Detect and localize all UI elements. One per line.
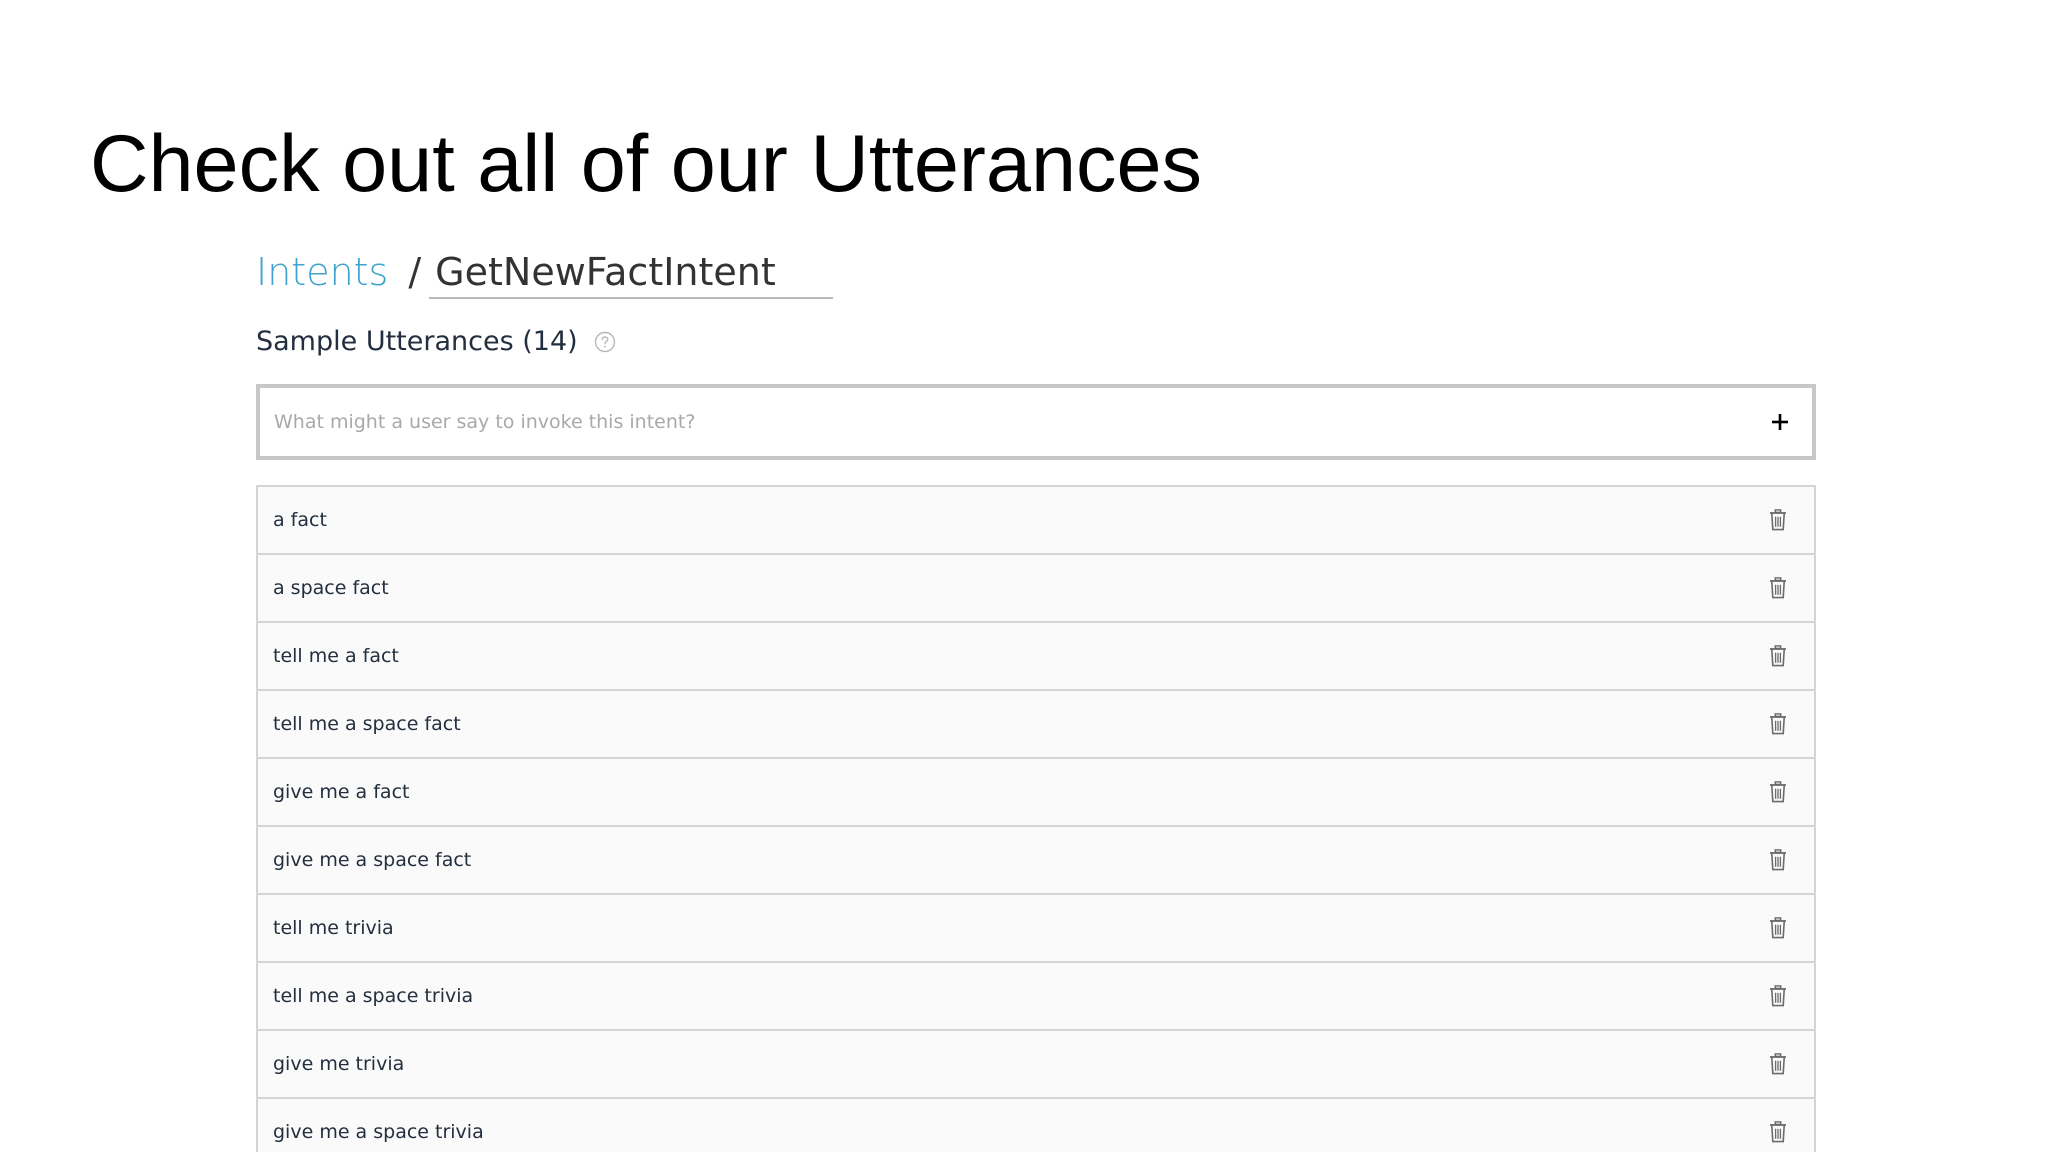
delete-utterance-button[interactable] (1744, 1099, 1812, 1152)
utterance-row: give me a space fact (258, 827, 1814, 895)
trash-icon (1770, 781, 1786, 803)
utterance-row: a fact (258, 487, 1814, 555)
utterance-row: a space fact (258, 555, 1814, 623)
utterance-row: give me a fact (258, 759, 1814, 827)
delete-utterance-button[interactable] (1744, 827, 1812, 893)
trash-icon (1770, 917, 1786, 939)
utterance-row: give me a space trivia (258, 1099, 1814, 1152)
delete-utterance-button[interactable] (1744, 1031, 1812, 1097)
utterance-text: give me trivia (273, 1053, 405, 1075)
breadcrumb-intents-link[interactable]: Intents (256, 244, 388, 300)
sample-utterances-heading: Sample Utterances (14) (256, 322, 616, 362)
question-circle-icon[interactable] (594, 331, 616, 353)
trash-icon (1770, 509, 1786, 531)
sample-utterances-title: Sample Utterances (14) (256, 326, 578, 357)
utterance-text: give me a space fact (273, 849, 472, 871)
utterance-text: tell me a space fact (273, 713, 461, 735)
delete-utterance-button[interactable] (1744, 487, 1812, 553)
utterance-row: tell me a fact (258, 623, 1814, 691)
delete-utterance-button[interactable] (1744, 623, 1812, 689)
trash-icon (1770, 1121, 1786, 1143)
utterance-text: a space fact (273, 577, 389, 599)
utterance-text: tell me trivia (273, 917, 394, 939)
new-utterance-box (256, 384, 1816, 460)
utterance-row: give me trivia (258, 1031, 1814, 1099)
trash-icon (1770, 577, 1786, 599)
utterance-row: tell me trivia (258, 895, 1814, 963)
breadcrumb-separator: / (408, 250, 422, 294)
delete-utterance-button[interactable] (1744, 895, 1812, 961)
trash-icon (1770, 985, 1786, 1007)
plus-icon (1772, 414, 1788, 430)
trash-icon (1770, 645, 1786, 667)
delete-utterance-button[interactable] (1744, 963, 1812, 1029)
utterance-text: tell me a fact (273, 645, 399, 667)
breadcrumb: Intents / GetNewFactIntent (256, 244, 834, 300)
slide-title: Check out all of our Utterances (90, 119, 1203, 209)
utterance-list: a fact a space fact tell me a fact tell … (256, 485, 1816, 1152)
trash-icon (1770, 849, 1786, 871)
utterance-row: tell me a space fact (258, 691, 1814, 759)
breadcrumb-current-intent: GetNewFactIntent (429, 244, 834, 299)
new-utterance-input[interactable] (260, 388, 1748, 456)
delete-utterance-button[interactable] (1744, 759, 1812, 825)
add-utterance-button[interactable] (1748, 388, 1812, 456)
utterance-text: give me a space trivia (273, 1121, 484, 1143)
trash-icon (1770, 1053, 1786, 1075)
utterance-text: give me a fact (273, 781, 410, 803)
utterance-text: tell me a space trivia (273, 985, 474, 1007)
delete-utterance-button[interactable] (1744, 555, 1812, 621)
utterance-row: tell me a space trivia (258, 963, 1814, 1031)
trash-icon (1770, 713, 1786, 735)
utterance-text: a fact (273, 509, 327, 531)
delete-utterance-button[interactable] (1744, 691, 1812, 757)
